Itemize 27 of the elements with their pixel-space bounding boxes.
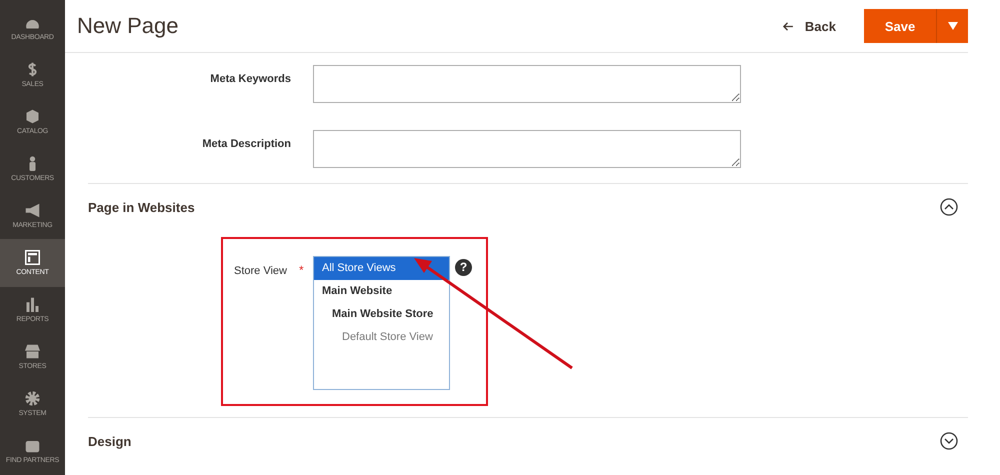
back-arrow-icon: [782, 22, 793, 30]
layout-icon: [25, 250, 40, 266]
collapse-toggle-icon[interactable]: [940, 198, 958, 216]
field-label: Meta Description: [201, 137, 291, 150]
brick-icon: [25, 438, 40, 454]
section-title: Page in Websites: [88, 200, 195, 214]
page-title: New Page: [77, 13, 179, 39]
bar-chart-icon: [25, 297, 40, 312]
save-button[interactable]: Save: [864, 9, 936, 43]
field-label: Meta Keywords: [209, 72, 291, 85]
caret-icon: [948, 22, 958, 30]
store-view-list[interactable]: All Store Views Main Website Main Website Store Default Store View: [313, 256, 450, 390]
list-option[interactable]: Default Store View: [314, 326, 449, 349]
save-options-button[interactable]: [936, 9, 968, 43]
required-mark: *: [299, 264, 304, 277]
list-option[interactable]: All Store Views: [314, 257, 449, 280]
megaphone-icon: [25, 202, 40, 218]
back-button[interactable]: Back: [776, 18, 842, 34]
help-icon[interactable]: ?: [455, 259, 472, 276]
list-option[interactable]: Main Website: [314, 280, 449, 303]
storefront-icon: [25, 344, 40, 360]
collapse-toggle-icon[interactable]: [940, 432, 958, 450]
list-option[interactable]: Main Website Store: [314, 303, 449, 326]
section-title: Design: [88, 434, 132, 448]
settings-icon: [25, 391, 40, 406]
box-icon: [25, 108, 40, 124]
field-label: Store View: [234, 265, 287, 278]
